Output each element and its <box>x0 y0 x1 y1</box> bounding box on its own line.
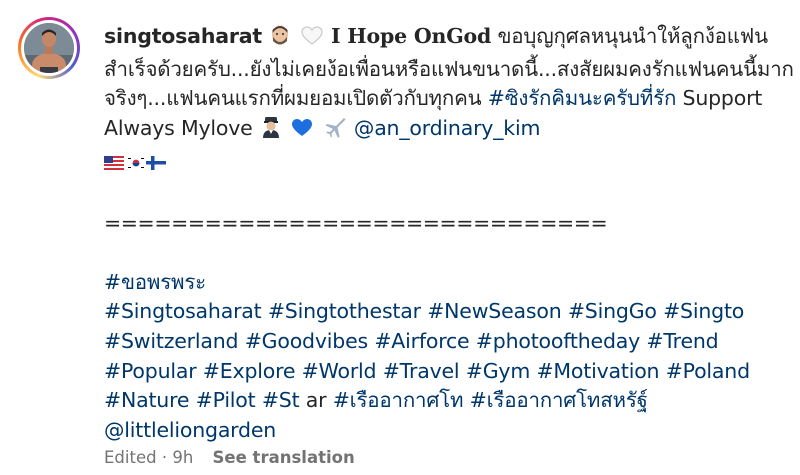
hashtag-link[interactable]: #เรืออากาศโทสหรัฐ์ <box>470 388 648 412</box>
hashtag-link[interactable]: #Singto <box>663 299 744 323</box>
mention-link[interactable]: @an_ordinary_kim <box>354 116 541 140</box>
hashtag-link[interactable]: #World <box>302 359 377 383</box>
white-heart-icon <box>301 25 323 55</box>
mention-link[interactable]: @littleliongarden <box>104 418 276 442</box>
instagram-post-caption: singtosaharat I Hope OnGod ขอบุญกุศลหนุน… <box>0 0 800 475</box>
hashtag-link[interactable]: #Explore <box>203 359 296 383</box>
pilot-emoji-icon <box>261 116 281 147</box>
hashtag-link[interactable]: #เรืออากาศโท <box>333 388 464 412</box>
hashtag-link[interactable]: #Airforce <box>374 329 469 353</box>
caption-text: singtosaharat I Hope OnGod ขอบุญกุศลหนุน… <box>104 22 794 445</box>
post-meta: Edited · 9h See translation <box>104 448 355 467</box>
caption-headline: I Hope OnGod <box>330 24 492 48</box>
avatar[interactable] <box>24 23 74 73</box>
story-ring[interactable] <box>18 17 80 79</box>
plain-text: ar <box>299 388 333 413</box>
airplane-icon <box>324 116 346 147</box>
hashtag-link[interactable]: #Trend <box>646 329 718 353</box>
hashtag-link[interactable]: #Goodvibes <box>245 329 368 353</box>
hashtag-link[interactable]: #Gym <box>466 359 531 383</box>
hashtag-link[interactable]: #Singtosaharat <box>104 299 262 323</box>
hashtag-link[interactable]: #Travel <box>383 359 460 383</box>
korea-flag-icon <box>126 149 146 179</box>
hashtag-link[interactable]: #SingGo <box>568 299 657 323</box>
finland-flag-icon <box>146 149 166 179</box>
hashtag-link[interactable]: #Pilot <box>196 388 256 412</box>
hashtag-link[interactable]: #Switzerland <box>104 329 239 353</box>
us-flag-icon <box>104 149 124 179</box>
meta-separator: · <box>161 448 168 467</box>
timestamp[interactable]: 9h <box>172 448 193 467</box>
hashtag-link[interactable]: #Nature <box>104 388 189 412</box>
hashtag-link[interactable]: #ซิงรักคิมนะครับที่รัก <box>488 86 677 110</box>
hashtag-link[interactable]: #photooftheday <box>476 329 640 353</box>
hashtag-link[interactable]: #Popular <box>104 359 197 383</box>
divider-text: ============================== <box>104 210 608 235</box>
blue-heart-icon <box>291 117 313 147</box>
hashtag-link[interactable]: #Singtothestar <box>268 299 421 323</box>
username-link[interactable]: singtosaharat <box>104 24 262 48</box>
see-translation-button[interactable]: See translation <box>213 448 355 467</box>
face-emoji-icon <box>270 24 290 55</box>
edited-label: Edited <box>104 448 157 467</box>
hashtag-link[interactable]: #ขอพรพระ <box>104 270 206 294</box>
hashtag-link[interactable]: #Motivation <box>536 359 659 383</box>
hashtag-link[interactable]: #Poland <box>666 359 750 383</box>
hashtag-link[interactable]: #St <box>262 388 300 412</box>
hashtag-link[interactable]: #NewSeason <box>427 299 561 323</box>
avatar-photo-icon <box>24 23 74 73</box>
